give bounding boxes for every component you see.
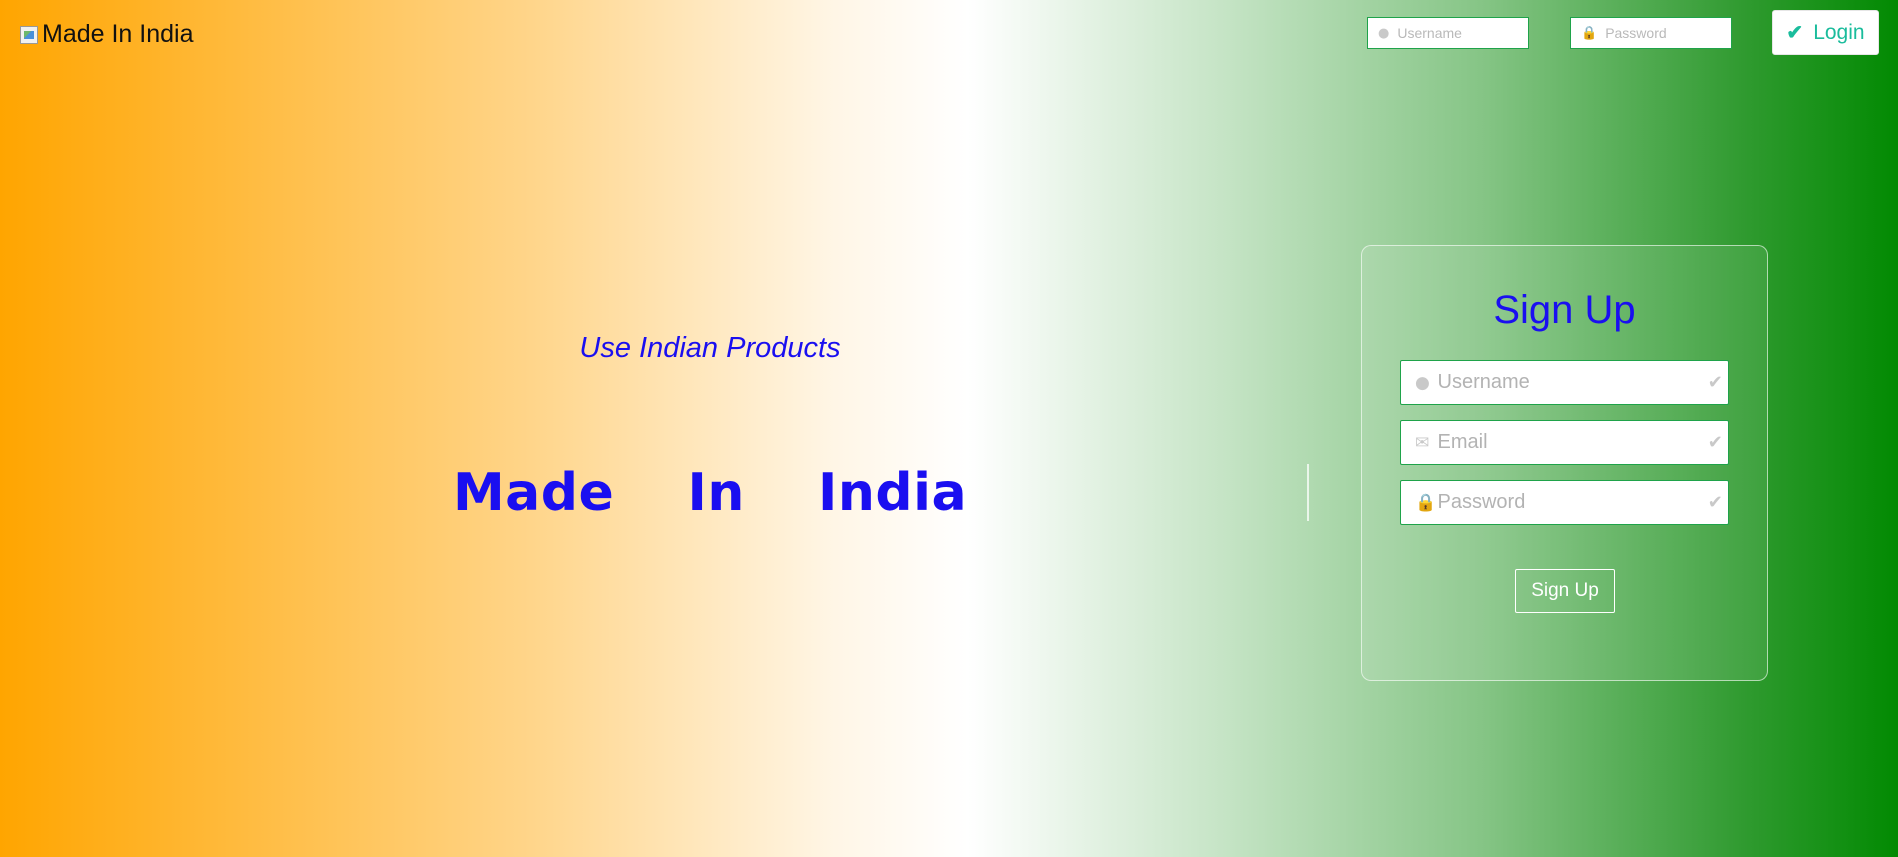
site-logo[interactable]: Made In India [20,20,194,49]
signup-email-input[interactable] [1437,431,1703,454]
header-password-input[interactable] [1605,25,1726,41]
signup-password-field[interactable]: 🔒 ✔ [1400,480,1729,525]
hero-tagline: Use Indian Products [579,332,841,364]
header-username-field[interactable]: ● [1367,17,1529,49]
signup-title: Sign Up [1493,288,1636,332]
check-icon: ✔ [1707,492,1723,513]
broken-image-icon [20,25,38,44]
login-button[interactable]: ✔ Login [1772,10,1879,55]
hero-title: Made In India [452,463,968,523]
signup-password-input[interactable] [1437,491,1703,514]
lock-icon: 🔒 [1581,25,1598,41]
lock-icon: 🔒 [1415,492,1437,513]
signup-card: Sign Up ● ✔ ✉ ✔ 🔒 ✔ Sign Up [1361,245,1768,681]
logo-alt-text: Made In India [42,20,194,48]
check-icon: ✔ [1707,432,1723,453]
header-username-input[interactable] [1397,25,1518,41]
envelope-icon: ✉ [1415,432,1430,453]
check-icon: ✔ [1786,22,1804,44]
signup-username-input[interactable] [1437,371,1703,394]
check-icon: ✔ [1707,372,1723,393]
signup-username-field[interactable]: ● ✔ [1400,360,1729,405]
user-icon: ● [1378,25,1390,41]
user-icon: ● [1415,372,1430,393]
login-button-label: Login [1813,20,1865,44]
vertical-divider [1307,464,1309,521]
signup-button[interactable]: Sign Up [1515,569,1615,613]
header-password-field[interactable]: 🔒 [1570,17,1732,49]
signup-email-field[interactable]: ✉ ✔ [1400,420,1729,465]
